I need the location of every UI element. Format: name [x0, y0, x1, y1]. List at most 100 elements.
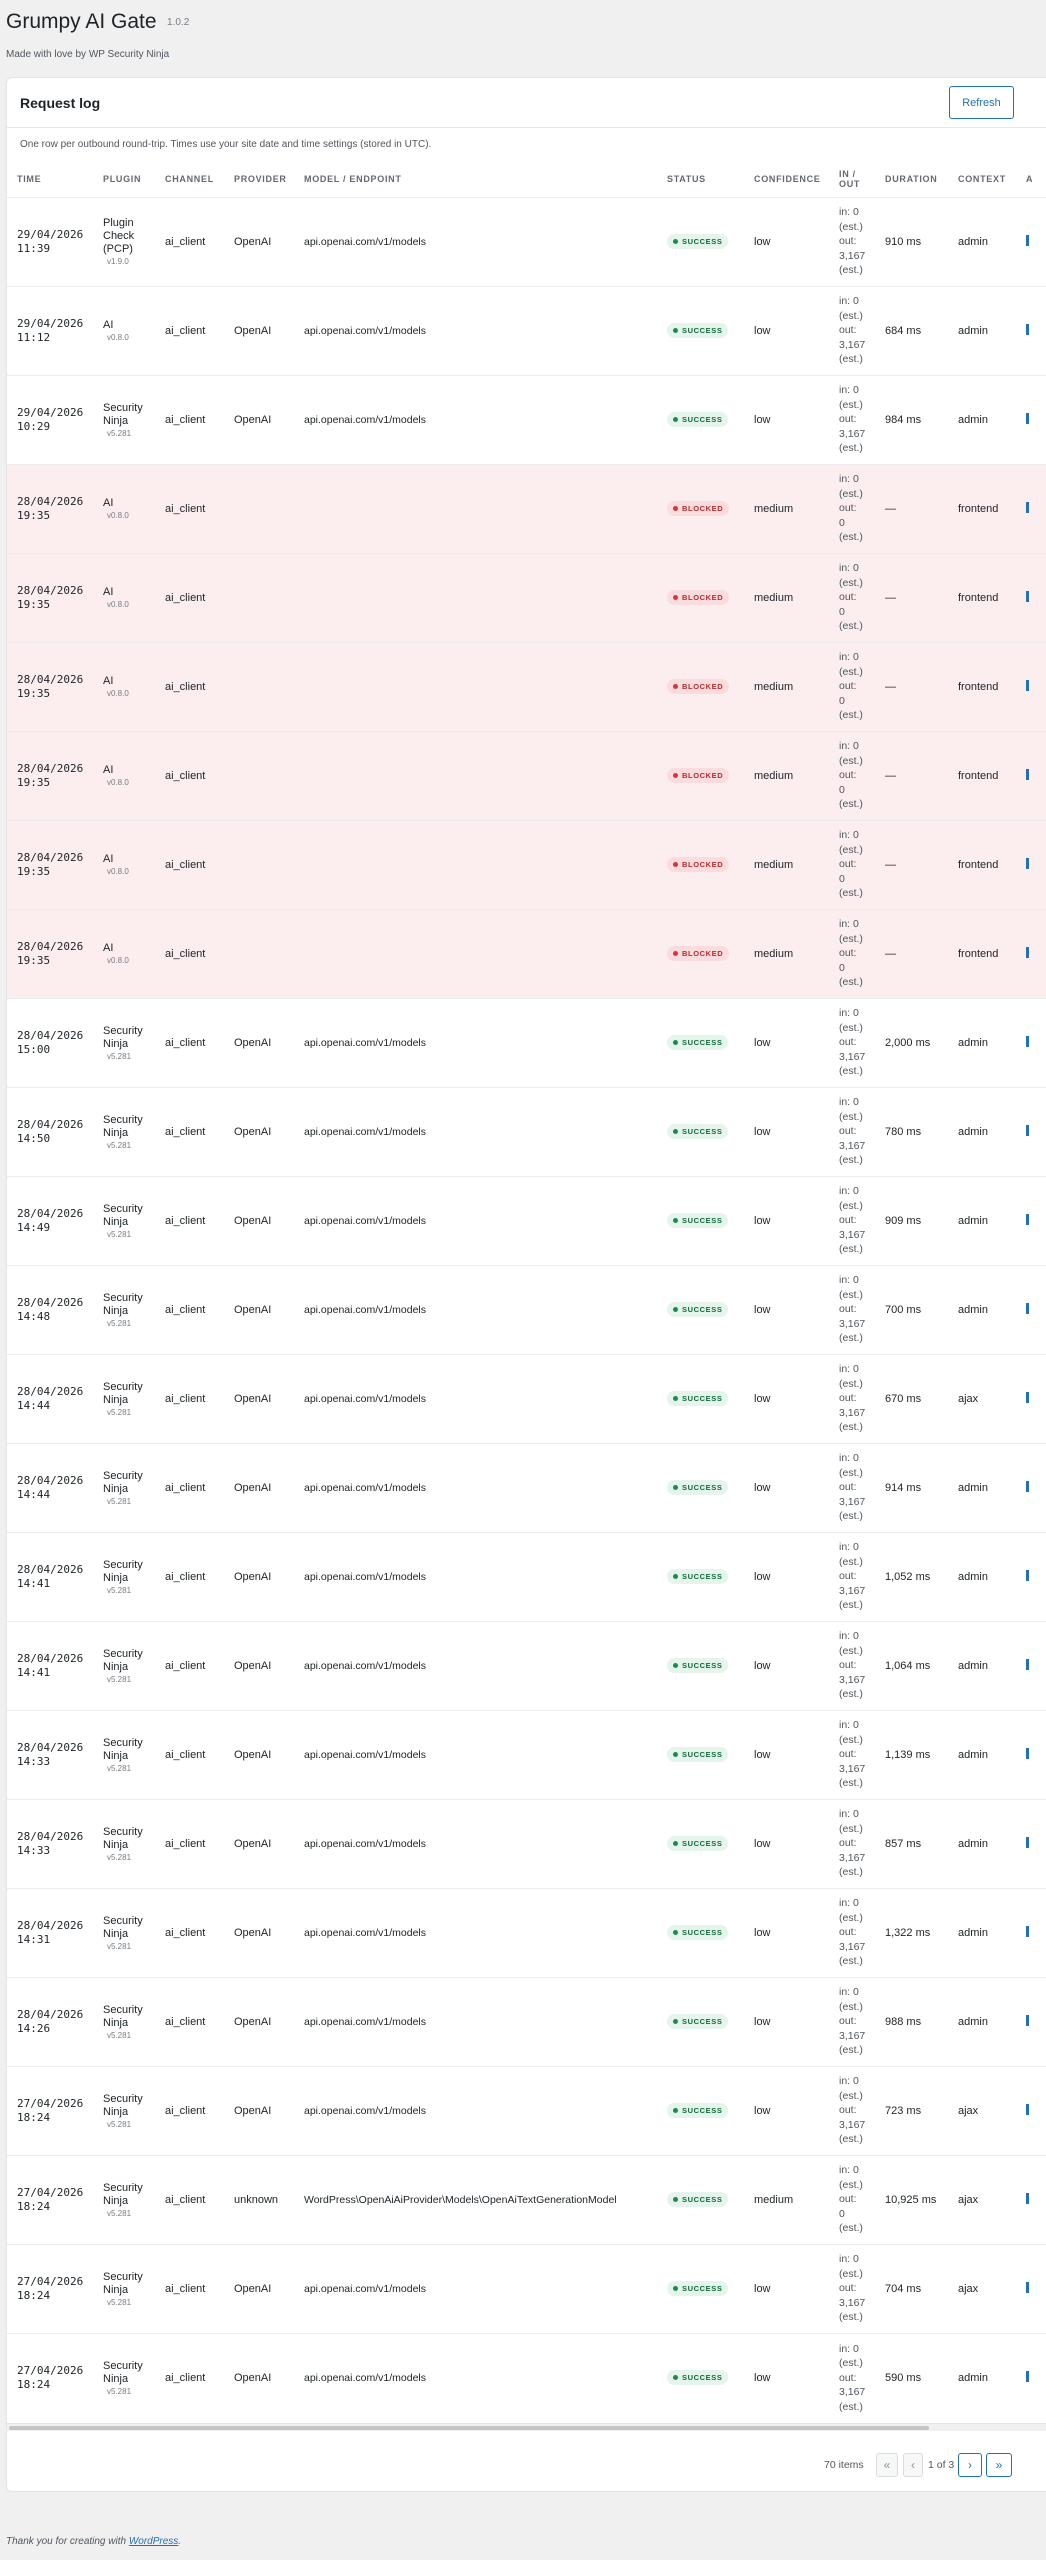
cell-extra: [1016, 1442, 1046, 1532]
plugin-name: AI: [103, 942, 114, 954]
row-action-link-icon[interactable]: [1026, 1035, 1029, 1047]
cell-status: SUCCESS: [657, 2154, 744, 2244]
cell-extra: [1016, 1175, 1046, 1265]
cell-channel: ai_client: [155, 463, 224, 553]
last-page-button[interactable]: »: [986, 2453, 1012, 2477]
cell-provider: OpenAI: [224, 1353, 294, 1443]
row-action-link-icon[interactable]: [1026, 1391, 1029, 1403]
cell-duration: 857 ms: [875, 1798, 948, 1888]
cell-time: 28/04/2026 14:31: [7, 1887, 93, 1977]
col-confidence: CONFIDENCE: [754, 173, 821, 184]
row-action-link-icon[interactable]: [1026, 1213, 1029, 1225]
cell-confidence: medium: [744, 463, 829, 553]
row-action-link-icon[interactable]: [1026, 2103, 1029, 2115]
cell-status: BLOCKED: [657, 730, 744, 820]
status-badge: SUCCESS: [667, 2281, 729, 2296]
row-action-link-icon[interactable]: [1026, 1836, 1029, 1848]
cell-duration: 780 ms: [875, 1086, 948, 1176]
row-action-link-icon[interactable]: [1026, 768, 1029, 780]
row-action-link-icon[interactable]: [1026, 857, 1029, 869]
col-provider: PROVIDER: [234, 173, 287, 184]
table-row: 28/04/2026 14:44 Security Ninja v5.281 ai_cl…: [7, 1442, 1046, 1532]
row-action-link-icon[interactable]: [1026, 234, 1029, 246]
row-action-link-icon[interactable]: [1026, 2014, 1029, 2026]
io-line: (est.): [839, 576, 863, 589]
refresh-button[interactable]: Refresh: [949, 86, 1014, 119]
cell-context: admin: [948, 196, 1016, 286]
status-dot-icon: [673, 1485, 678, 1490]
io-line: in: 0: [839, 1897, 859, 1910]
first-page-button[interactable]: «: [876, 2453, 898, 2477]
time-date: 28/04/2026: [17, 1562, 84, 1576]
cell-channel: ai_client: [155, 1175, 224, 1265]
next-page-button[interactable]: ›: [958, 2453, 982, 2477]
row-action-link-icon[interactable]: [1026, 1302, 1029, 1314]
row-action-link-icon[interactable]: [1026, 323, 1029, 335]
request-log-table-wrap[interactable]: TIME PLUGIN CHANNEL PROVIDER MODEL / END…: [7, 161, 1046, 2422]
table-row: 28/04/2026 14:44 Security Ninja v5.281 ai_cl…: [7, 1353, 1046, 1443]
scrollbar-thumb[interactable]: [9, 2426, 929, 2430]
cell-status: SUCCESS: [657, 1353, 744, 1443]
cell-time: 29/04/2026 11:39: [7, 196, 93, 286]
plugin-name: AI: [103, 319, 114, 331]
plugin-name: Security Ninja: [103, 1914, 143, 1940]
row-action-link-icon[interactable]: [1026, 1480, 1029, 1492]
row-action-link-icon[interactable]: [1026, 679, 1029, 691]
table-row: 28/04/2026 15:00 Security Ninja v5.281 ai_cl…: [7, 997, 1046, 1087]
io-line: out:: [839, 680, 857, 693]
horizontal-scrollbar[interactable]: [7, 2423, 1046, 2431]
io-line: (est.): [839, 1688, 863, 1701]
cell-duration: 1,064 ms: [875, 1620, 948, 1710]
row-action-link-icon[interactable]: [1026, 1124, 1029, 1136]
io-line: in: 0: [839, 829, 859, 842]
cell-status: BLOCKED: [657, 552, 744, 642]
row-action-link-icon[interactable]: [1026, 501, 1029, 513]
io-line: out:: [839, 1837, 857, 1850]
io-line: (est.): [839, 2222, 863, 2235]
row-action-link-icon[interactable]: [1026, 2281, 1029, 2293]
cell-provider: OpenAI: [224, 1887, 294, 1977]
cell-status: SUCCESS: [657, 1264, 744, 1354]
row-action-link-icon[interactable]: [1026, 1925, 1029, 1937]
plugin-version: v5.281: [107, 1140, 132, 1150]
plugin-name: Security Ninja: [103, 1647, 143, 1673]
plugin-name: Security Ninja: [103, 1558, 143, 1584]
io-line: 3,167: [839, 1584, 866, 1597]
row-action-link-icon[interactable]: [1026, 412, 1029, 424]
cell-in-out: in: 0 (est.) out: 3,167 (est.): [829, 1175, 875, 1265]
cell-channel: ai_client: [155, 1442, 224, 1532]
cell-confidence: low: [744, 2065, 829, 2155]
row-action-link-icon[interactable]: [1026, 1747, 1029, 1759]
status-dot-icon: [673, 684, 678, 689]
row-action-link-icon[interactable]: [1026, 590, 1029, 602]
cell-status: SUCCESS: [657, 997, 744, 1087]
status-dot-icon: [673, 2286, 678, 2291]
cell-extra: [1016, 819, 1046, 909]
row-action-link-icon[interactable]: [1026, 2192, 1029, 2204]
wordpress-link[interactable]: WordPress: [129, 2536, 178, 2547]
plugin-version: v5.281: [107, 2386, 132, 2396]
row-action-link-icon[interactable]: [1026, 2370, 1029, 2382]
prev-page-button[interactable]: ‹: [903, 2453, 923, 2477]
cell-time: 27/04/2026 18:24: [7, 2332, 93, 2422]
cell-in-out: in: 0 (est.) out: 3,167 (est.): [829, 2065, 875, 2155]
row-action-link-icon[interactable]: [1026, 946, 1029, 958]
status-label: BLOCKED: [682, 860, 724, 869]
table-row: 28/04/2026 14:41 Security Ninja v5.281 ai_cl…: [7, 1531, 1046, 1621]
plugin-name: Security Ninja: [103, 1736, 143, 1762]
plugin-name: AI: [103, 497, 114, 509]
cell-extra: [1016, 1976, 1046, 2066]
io-line: out:: [839, 502, 857, 515]
cell-provider: OpenAI: [224, 1264, 294, 1354]
time-date: 28/04/2026: [17, 2007, 84, 2021]
cell-duration: 914 ms: [875, 1442, 948, 1532]
cell-context: frontend: [948, 641, 1016, 731]
cell-duration: 1,052 ms: [875, 1531, 948, 1621]
row-action-link-icon[interactable]: [1026, 1569, 1029, 1581]
cell-model: [294, 819, 657, 909]
footer-text: Thank you for creating with: [6, 2536, 129, 2547]
row-action-link-icon[interactable]: [1026, 1658, 1029, 1670]
cell-confidence: medium: [744, 908, 829, 998]
io-line: out:: [839, 947, 857, 960]
cell-provider: unknown: [224, 2154, 294, 2244]
